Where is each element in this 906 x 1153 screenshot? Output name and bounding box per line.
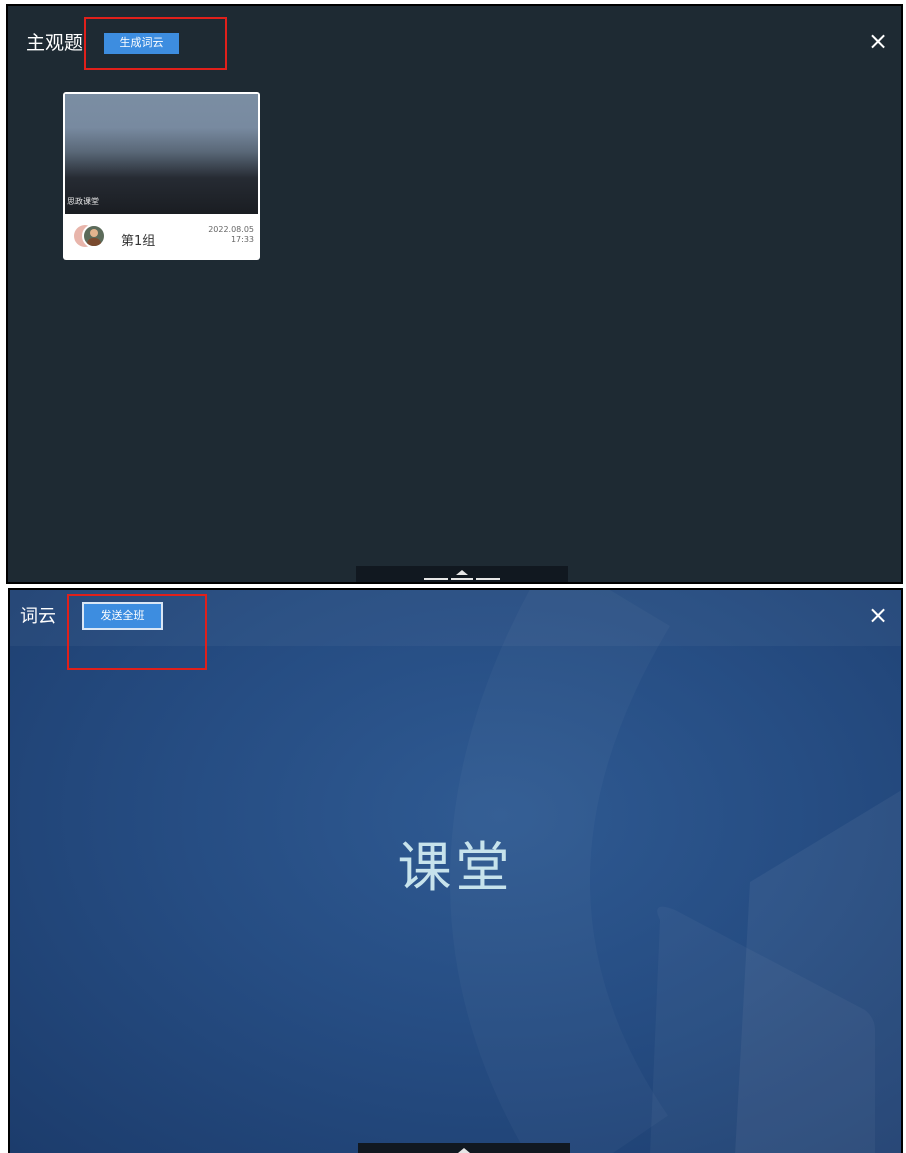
highlight-box: [84, 17, 227, 70]
highlight-box: [67, 594, 207, 670]
handle-icon: [424, 570, 500, 580]
submission-card[interactable]: 思政课堂 第1组 2022.08.05 17:33: [63, 92, 260, 260]
group-name: 第1组: [121, 234, 156, 249]
toolbar-handle[interactable]: [356, 566, 568, 582]
avatar-group: [74, 224, 108, 249]
subjective-panel: 主观题 生成词云 × 思政课堂 第1组 2022.08.05 17:33: [6, 4, 903, 584]
handle-icon: [458, 1148, 470, 1153]
panel-title: 主观题: [26, 32, 84, 54]
wordcloud-word: 课堂: [397, 836, 514, 899]
close-icon[interactable]: ×: [865, 28, 891, 54]
submission-time: 17:33: [230, 235, 254, 244]
card-caption: 思政课堂: [67, 197, 99, 206]
panel-title: 词云: [20, 606, 56, 627]
wordcloud-panel: 词云 发送全班 × 课堂: [8, 588, 903, 1153]
close-icon[interactable]: ×: [865, 602, 891, 628]
submission-timestamp: 2022.08.05 17:33: [208, 225, 254, 245]
toolbar-handle[interactable]: [358, 1143, 570, 1153]
submission-date: 2022.08.05: [208, 225, 254, 234]
avatar: [82, 224, 106, 248]
